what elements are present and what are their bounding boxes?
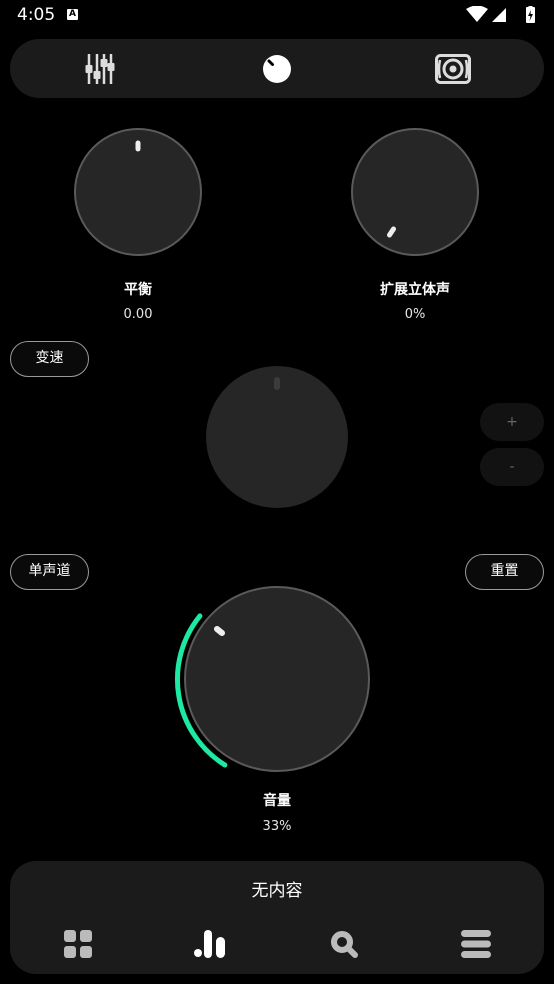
list-icon (461, 930, 491, 958)
tempo-button[interactable]: 变速 (10, 341, 89, 377)
tempo-knob[interactable] (205, 365, 349, 509)
reset-button[interactable]: 重置 (465, 554, 544, 590)
battery-charging-icon (526, 6, 535, 23)
wifi-icon (466, 6, 488, 22)
grid-icon (64, 930, 92, 958)
status-icons (466, 6, 535, 23)
bars-icon (194, 930, 225, 958)
tab-knobs[interactable] (237, 39, 317, 98)
top-tab-bar (10, 39, 544, 98)
equalizer-sliders-icon (85, 53, 115, 84)
speaker-icon (435, 53, 471, 84)
tempo-plus-button[interactable]: + (480, 403, 544, 441)
knob-indicator (214, 626, 225, 636)
knob-icon (263, 54, 291, 83)
knob-indicator (387, 226, 396, 238)
balance-label: 平衡 (124, 282, 152, 298)
nav-search[interactable] (314, 919, 374, 969)
nav-effects[interactable] (180, 919, 240, 969)
status-time: 4:05 (17, 5, 56, 25)
balance-value: 0.00 (123, 307, 153, 322)
volume-label: 音量 (263, 793, 291, 809)
search-icon (331, 931, 358, 958)
tab-speaker[interactable] (413, 39, 493, 98)
volume-value: 33% (262, 819, 292, 834)
volume-knob[interactable] (166, 584, 376, 778)
nav-queue[interactable] (446, 919, 506, 969)
signal-icon (492, 8, 506, 22)
nav-library[interactable] (48, 919, 108, 969)
stereo-width-value: 0% (404, 307, 426, 322)
player-panel: 无内容 (10, 861, 544, 974)
notification-badge: A (67, 9, 78, 20)
stereo-width-label: 扩展立体声 (380, 282, 450, 298)
stereo-width-knob[interactable] (350, 127, 480, 257)
balance-knob[interactable] (73, 127, 203, 257)
tab-equalizer[interactable] (60, 39, 140, 98)
tempo-minus-button[interactable]: - (480, 448, 544, 486)
mono-button[interactable]: 单声道 (10, 554, 89, 590)
now-playing-title[interactable]: 无内容 (10, 876, 544, 901)
